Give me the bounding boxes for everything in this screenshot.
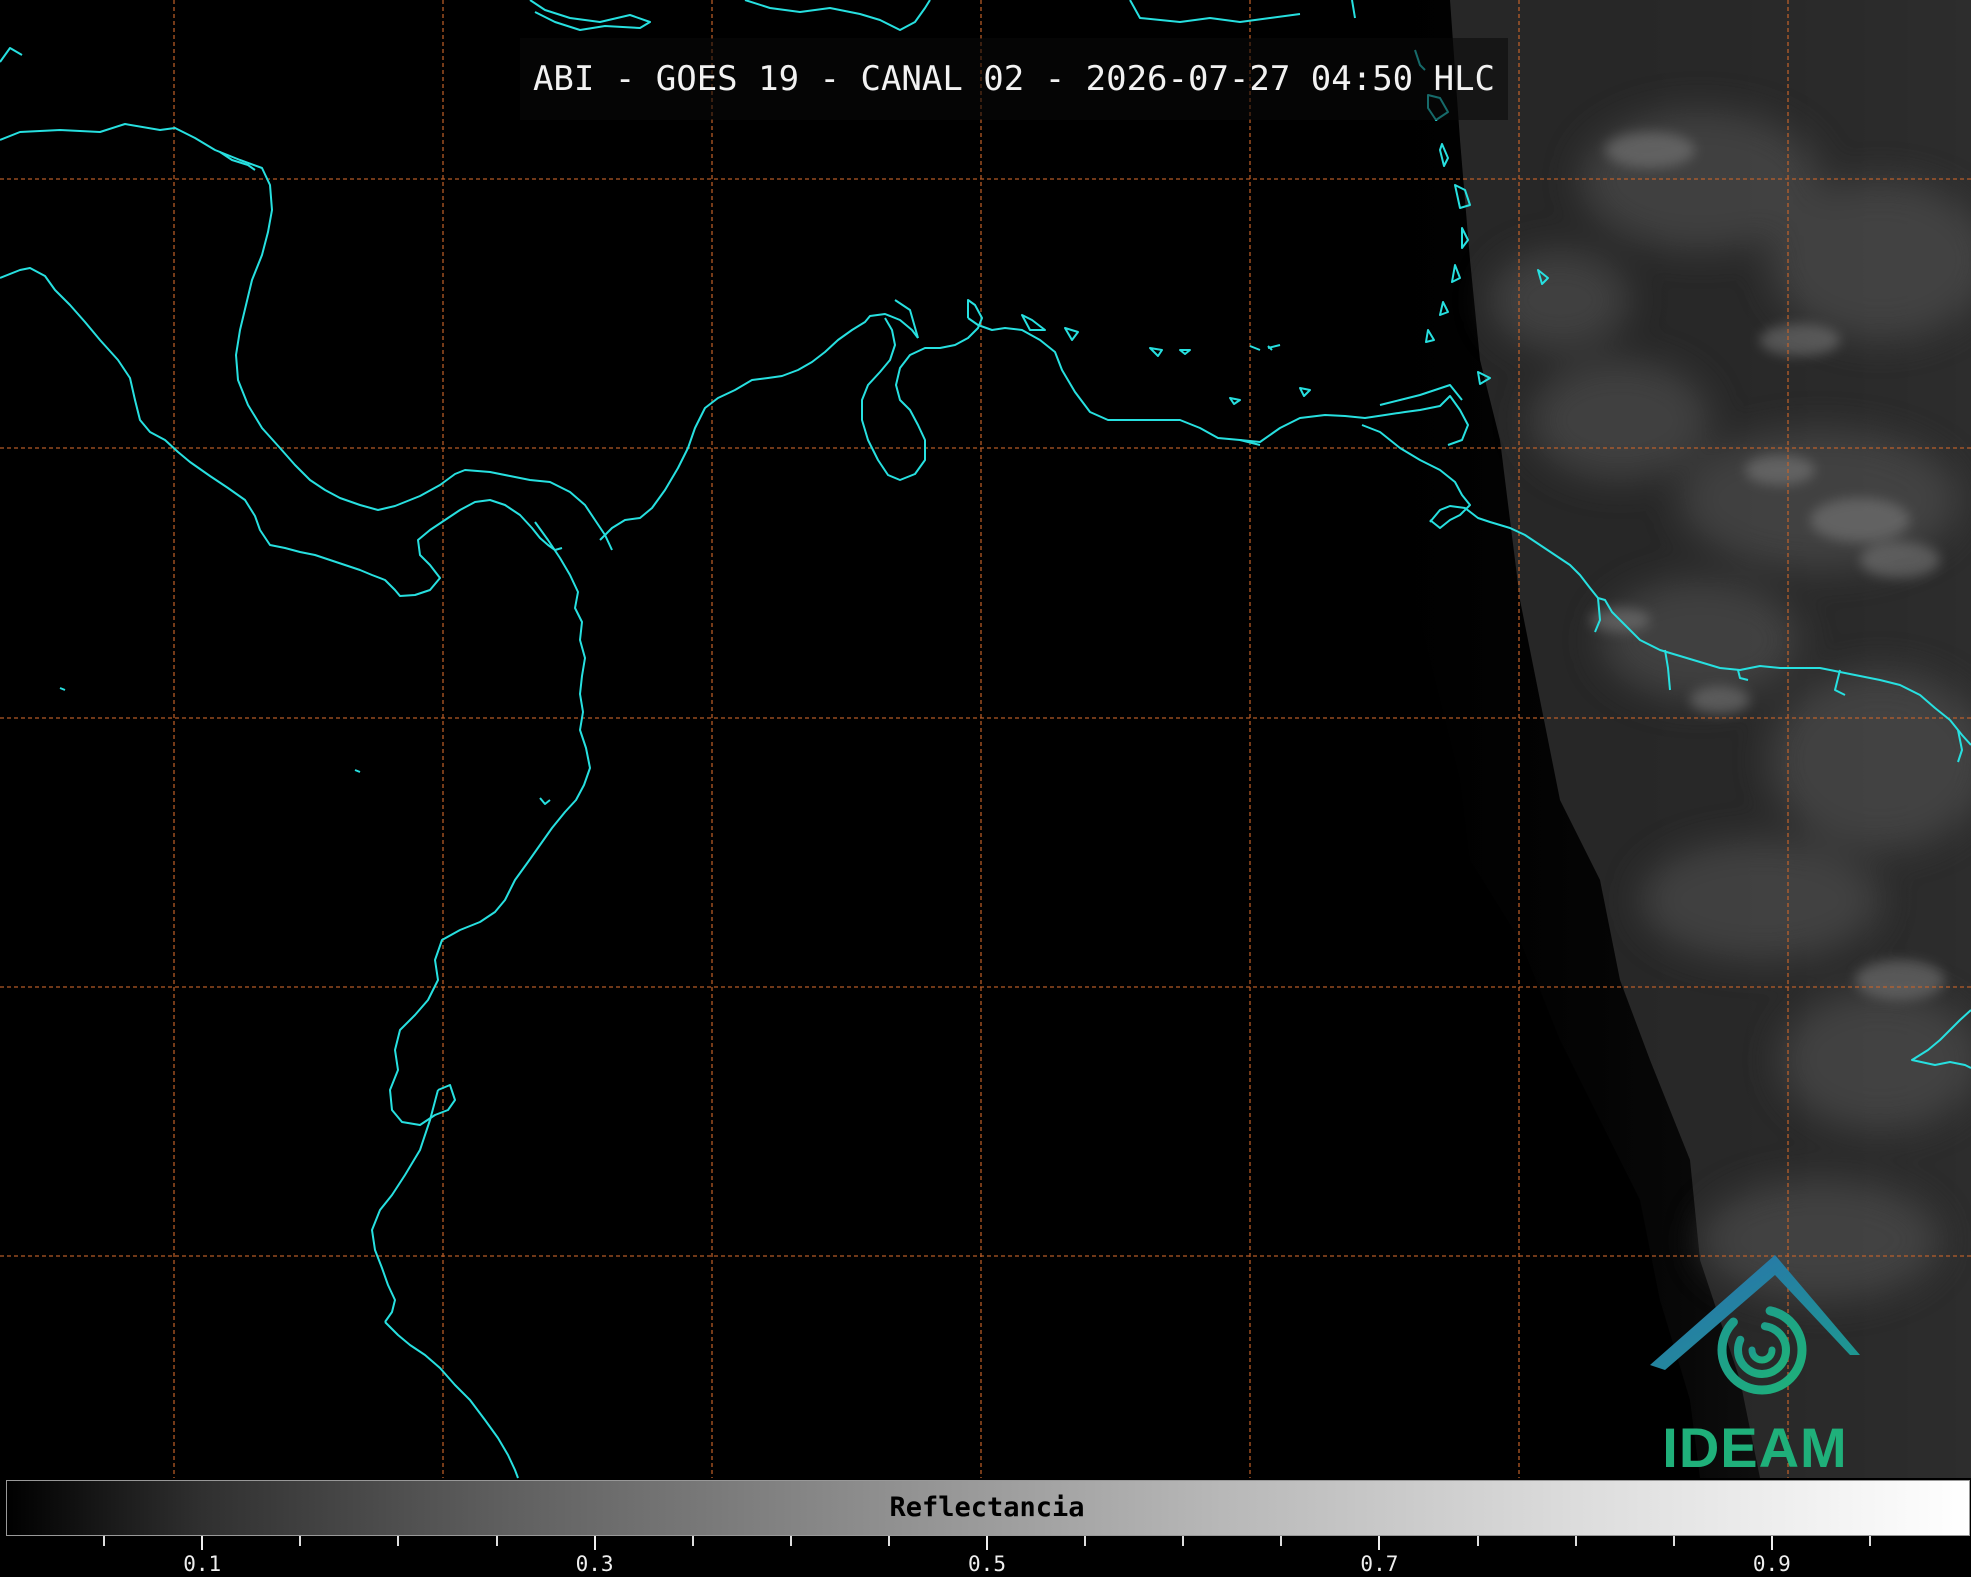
colorbar-tick-label: 0.9 [1752, 1552, 1791, 1576]
colorbar-tick-label: 0.3 [575, 1552, 614, 1576]
colorbar-label: Reflectancia [889, 1491, 1085, 1523]
colorbar-major-tick [1378, 1536, 1381, 1550]
colorbar-minor-tick [397, 1536, 400, 1546]
colorbar-minor-tick [1574, 1536, 1577, 1546]
colorbar-minor-tick [1182, 1536, 1185, 1546]
colorbar-minor-tick [789, 1536, 792, 1546]
colorbar-major-tick [201, 1536, 204, 1550]
colorbar-minor-tick [1672, 1536, 1675, 1546]
colorbar-tick-label: 0.5 [968, 1552, 1006, 1576]
colorbar-tick-label: 0.7 [1360, 1552, 1399, 1576]
colorbar-minor-tick [887, 1536, 890, 1546]
colorbar-minor-tick [103, 1536, 106, 1546]
colorbar-minor-tick [1476, 1536, 1479, 1546]
colorbar-minor-tick [1280, 1536, 1283, 1546]
colorbar-minor-tick [495, 1536, 498, 1546]
colorbar-minor-tick [1084, 1536, 1087, 1546]
ideam-logo: IDEAM [1640, 1250, 1870, 1479]
ideam-logo-text: IDEAM [1662, 1416, 1848, 1479]
colorbar-major-tick [986, 1536, 988, 1550]
colorbar-tick-label: 0.1 [183, 1552, 222, 1576]
colorbar-minor-tick [691, 1536, 694, 1546]
colorbar-major-tick [593, 1536, 596, 1550]
colorbar-minor-tick [299, 1536, 302, 1546]
map-title: ABI - GOES 19 - CANAL 02 - 2026-07-27 04… [520, 38, 1508, 120]
colorbar-ticks: 0.1 0.3 0.5 0.7 0.9 [0, 1536, 1971, 1577]
ideam-emblem [1650, 1255, 1860, 1395]
colorbar: Reflectancia 0.1 0.3 0.5 0.7 0.9 [0, 1478, 1971, 1577]
colorbar-minor-tick [1868, 1536, 1871, 1546]
colorbar-major-tick [1770, 1536, 1773, 1550]
